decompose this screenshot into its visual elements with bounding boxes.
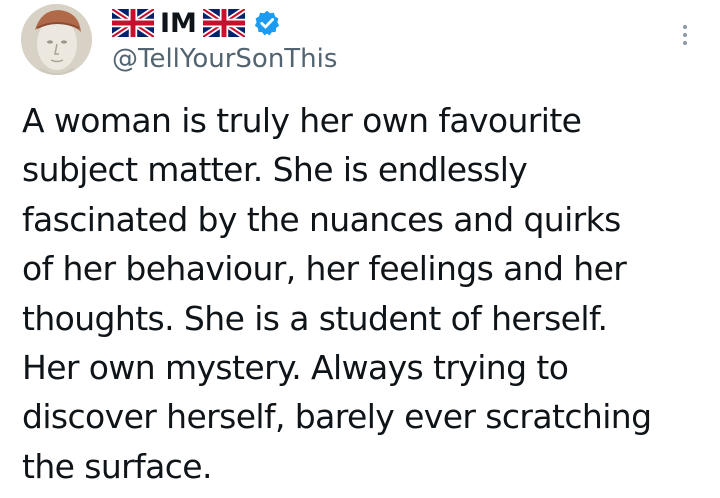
tweet-card: IM @TellYourSonThis A woman is truly her…	[0, 0, 720, 498]
statue-bust-avatar	[21, 4, 92, 75]
user-handle[interactable]: @TellYourSonThis	[112, 45, 660, 74]
display-name[interactable]: IM	[160, 10, 197, 37]
dot	[683, 33, 687, 37]
avatar[interactable]	[21, 4, 92, 75]
uk-flag-icon	[112, 9, 154, 37]
tweet-text: A woman is truly her own favourite subje…	[22, 101, 652, 486]
more-options-icon[interactable]	[672, 18, 698, 52]
verified-badge-icon[interactable]	[253, 9, 281, 37]
tweet-header: IM @TellYourSonThis	[112, 4, 660, 74]
name-row: IM	[112, 4, 660, 42]
uk-flag-icon	[202, 9, 245, 37]
dot	[683, 41, 687, 45]
dot	[683, 25, 687, 29]
